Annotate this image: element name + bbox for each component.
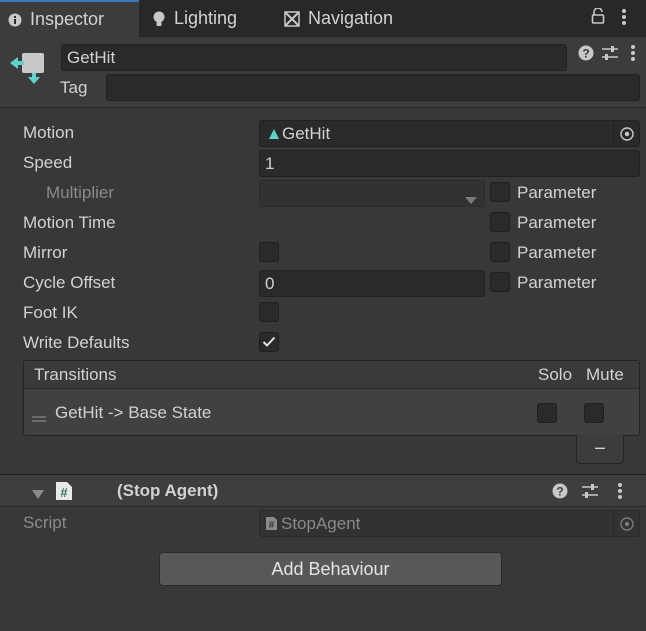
object-picker-icon	[613, 511, 639, 536]
lightbulb-icon	[152, 11, 166, 27]
mute-header: Mute	[586, 365, 624, 384]
more-options-icon[interactable]	[630, 44, 636, 67]
tab-label: Lighting	[174, 8, 238, 28]
parameter-label: Parameter	[517, 243, 597, 262]
motion-clip-icon	[268, 128, 280, 140]
parameter-label: Parameter	[517, 183, 597, 202]
mirror-label: Mirror	[23, 243, 68, 262]
solo-header: Solo	[538, 365, 573, 384]
tab-lighting[interactable]: Lighting	[152, 0, 237, 37]
foot-ik-checkbox[interactable]	[259, 302, 279, 322]
add-behaviour-label: Add Behaviour	[271, 558, 390, 579]
motion-label: Motion	[23, 123, 75, 142]
help-icon[interactable]: ?	[552, 483, 568, 504]
animator-state-icon	[8, 51, 48, 92]
svg-text:#: #	[269, 520, 275, 531]
svg-text:?: ?	[556, 485, 563, 499]
motion-time-parameter-checkbox[interactable]	[490, 212, 510, 232]
inspector-header: GetHit ? Tag	[0, 37, 646, 108]
transitions-list: Transitions Solo Mute GetHit -> Base Sta…	[23, 360, 640, 436]
foldout-arrow-icon[interactable]	[32, 485, 44, 505]
more-options-icon[interactable]	[617, 482, 623, 505]
component-header[interactable]: # (Stop Agent) ?	[0, 474, 646, 507]
multiplier-dropdown[interactable]	[259, 180, 485, 207]
script-field: # StopAgent	[259, 510, 640, 537]
tab-bar: Inspector Lighting Navigation	[0, 0, 646, 37]
tab-label: Navigation	[308, 8, 394, 28]
transition-label: GetHit -> Base State	[55, 403, 212, 422]
motion-time-label: Motion Time	[23, 213, 116, 232]
speed-input[interactable]: 1	[259, 150, 640, 177]
checkmark-icon	[262, 336, 276, 347]
write-defaults-label: Write Defaults	[23, 333, 130, 352]
drag-handle-icon[interactable]	[32, 407, 46, 427]
tab-label: Inspector	[30, 9, 105, 29]
state-name-input[interactable]: GetHit	[61, 44, 567, 71]
remove-transition-button[interactable]: −	[576, 435, 624, 464]
script-icon: #	[55, 481, 73, 506]
mirror-parameter-checkbox[interactable]	[490, 242, 510, 262]
lock-icon[interactable]	[591, 7, 605, 29]
svg-text:#: #	[60, 485, 68, 500]
more-options-icon[interactable]	[621, 8, 627, 31]
help-icon[interactable]: ?	[578, 45, 594, 66]
transitions-title: Transitions	[34, 365, 117, 384]
script-label: Script	[23, 513, 67, 532]
mirror-checkbox[interactable]	[259, 242, 279, 262]
chevron-down-icon	[465, 190, 477, 210]
parameter-label: Parameter	[517, 273, 597, 292]
tag-input[interactable]	[106, 74, 640, 101]
script-value: StopAgent	[281, 513, 361, 533]
tag-label: Tag	[60, 78, 88, 97]
multiplier-label: Multiplier	[46, 183, 115, 202]
cycle-offset-parameter-checkbox[interactable]	[490, 272, 510, 292]
multiplier-parameter-checkbox[interactable]	[490, 182, 510, 202]
script-file-icon: #	[265, 516, 278, 531]
tab-navigation[interactable]: Navigation	[284, 0, 393, 37]
navigation-icon	[284, 10, 300, 27]
parameter-label: Parameter	[517, 213, 597, 232]
cycle-offset-input[interactable]: 0	[259, 270, 485, 297]
object-picker-icon[interactable]	[613, 121, 639, 146]
minus-icon: −	[594, 437, 606, 460]
component-title: (Stop Agent)	[117, 481, 219, 500]
write-defaults-checkbox[interactable]	[259, 332, 279, 352]
transition-mute-checkbox[interactable]	[584, 403, 604, 423]
motion-field[interactable]: GetHit	[259, 120, 640, 147]
preset-icon[interactable]	[581, 483, 599, 504]
cycle-offset-label: Cycle Offset	[23, 273, 116, 292]
foot-ik-label: Foot IK	[23, 303, 78, 322]
cycle-offset-value: 0	[265, 273, 275, 293]
svg-text:?: ?	[582, 47, 589, 61]
speed-value: 1	[265, 153, 275, 173]
list-item[interactable]: GetHit -> Base State	[24, 390, 639, 435]
speed-label: Speed	[23, 153, 73, 172]
transition-solo-checkbox[interactable]	[537, 403, 557, 423]
state-name-value: GetHit	[67, 47, 116, 67]
info-icon	[8, 13, 22, 27]
add-behaviour-button[interactable]: Add Behaviour	[159, 552, 502, 586]
tab-inspector[interactable]: Inspector	[0, 0, 139, 37]
motion-value: GetHit	[282, 123, 331, 143]
transitions-header: Transitions Solo Mute	[24, 361, 639, 389]
preset-icon[interactable]	[601, 45, 619, 66]
